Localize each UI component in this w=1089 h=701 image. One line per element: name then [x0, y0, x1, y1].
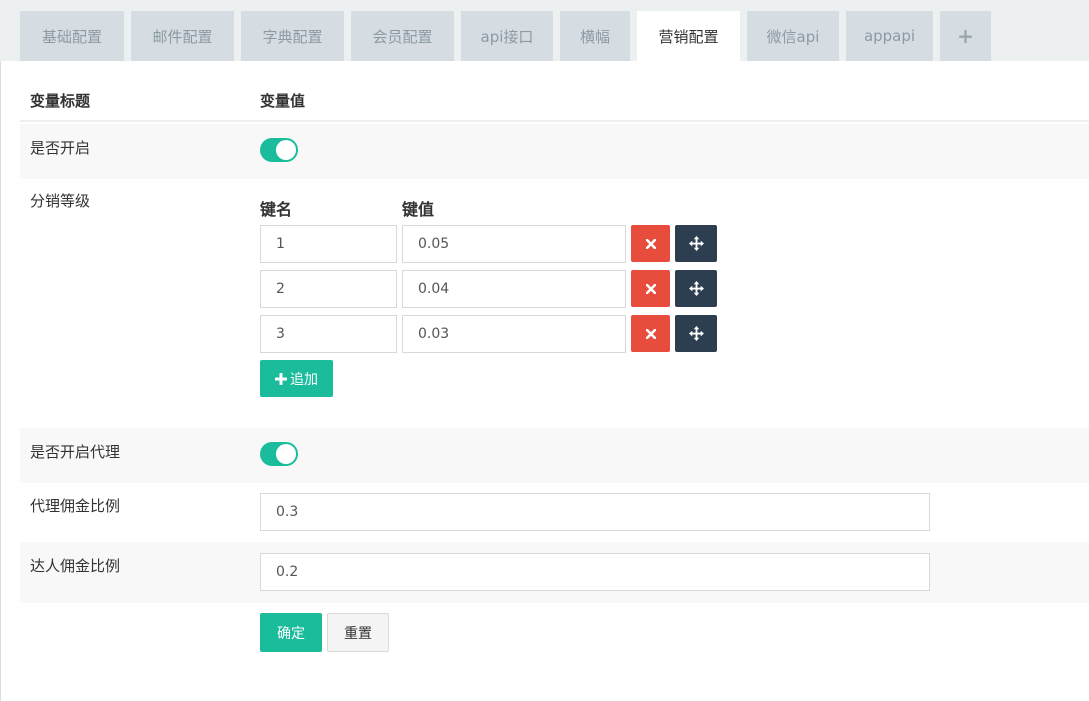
- talent-rate-label: 达人佣金比例: [30, 557, 121, 575]
- levels-key-header: 键名: [260, 200, 293, 219]
- agent-rate-input[interactable]: 0.3: [260, 493, 930, 531]
- tab-marketing-config[interactable]: 营销配置: [637, 11, 740, 61]
- column-header-value: 变量值: [260, 92, 306, 110]
- move-level-button[interactable]: [675, 225, 717, 262]
- move-level-button[interactable]: [675, 315, 717, 352]
- toggle-knob: [276, 140, 296, 160]
- left-border: [0, 60, 1, 701]
- column-header-title: 变量标题: [30, 92, 91, 110]
- enable-toggle[interactable]: [260, 138, 298, 162]
- agent-rate-label: 代理佣金比例: [30, 497, 121, 515]
- delete-level-button[interactable]: [631, 225, 670, 262]
- add-tab-plus-icon[interactable]: +: [940, 11, 991, 61]
- add-level-button[interactable]: 追加: [260, 360, 333, 397]
- tab-mail-config[interactable]: 邮件配置: [131, 11, 234, 61]
- close-icon: [645, 238, 656, 249]
- close-icon: [645, 328, 656, 339]
- table-row-talent-rate: 达人佣金比例 0.2: [20, 542, 1089, 603]
- table-row-enable: 是否开启: [20, 124, 1089, 179]
- add-level-label: 追加: [290, 371, 318, 388]
- level-key-input[interactable]: 2: [260, 270, 397, 308]
- table-header-row: 变量标题 变量值: [20, 78, 1089, 122]
- tab-api[interactable]: api接口: [461, 11, 553, 61]
- delete-level-button[interactable]: [631, 270, 670, 307]
- move-level-button[interactable]: [675, 270, 717, 307]
- levels-label: 分销等级: [30, 192, 91, 210]
- table-row-levels: 分销等级 键名 键值 1 0.05 2 0.04 3 0.03 追加: [20, 179, 1089, 428]
- level-key-input[interactable]: 1: [260, 225, 397, 263]
- enable-label: 是否开启: [30, 139, 91, 157]
- plus-icon: [275, 372, 287, 385]
- tab-member-config[interactable]: 会员配置: [351, 11, 454, 61]
- move-arrows-icon: [688, 281, 704, 296]
- levels-value-header: 键值: [402, 200, 435, 219]
- tab-appapi[interactable]: appapi: [846, 11, 933, 61]
- reset-button[interactable]: 重置: [327, 613, 389, 652]
- tab-bar: 基础配置 邮件配置 字典配置 会员配置 api接口 横幅 营销配置 微信api …: [0, 0, 1089, 61]
- tab-basic-config[interactable]: 基础配置: [20, 11, 124, 61]
- level-value-input[interactable]: 0.05: [402, 225, 626, 263]
- level-key-input[interactable]: 3: [260, 315, 397, 353]
- tab-banner[interactable]: 横幅: [560, 11, 630, 61]
- tab-wechat-api[interactable]: 微信api: [747, 11, 839, 61]
- delete-level-button[interactable]: [631, 315, 670, 352]
- tab-dict-config[interactable]: 字典配置: [241, 11, 344, 61]
- move-arrows-icon: [688, 236, 704, 251]
- confirm-button[interactable]: 确定: [260, 613, 322, 652]
- talent-rate-input[interactable]: 0.2: [260, 553, 930, 591]
- agent-label: 是否开启代理: [30, 443, 121, 461]
- close-icon: [645, 283, 656, 294]
- agent-toggle[interactable]: [260, 442, 298, 466]
- table-row-agent: 是否开启代理: [20, 428, 1089, 483]
- table-row-agent-rate: 代理佣金比例 0.3: [20, 483, 1089, 542]
- move-arrows-icon: [688, 326, 704, 341]
- level-value-input[interactable]: 0.04: [402, 270, 626, 308]
- toggle-knob: [276, 444, 296, 464]
- level-value-input[interactable]: 0.03: [402, 315, 626, 353]
